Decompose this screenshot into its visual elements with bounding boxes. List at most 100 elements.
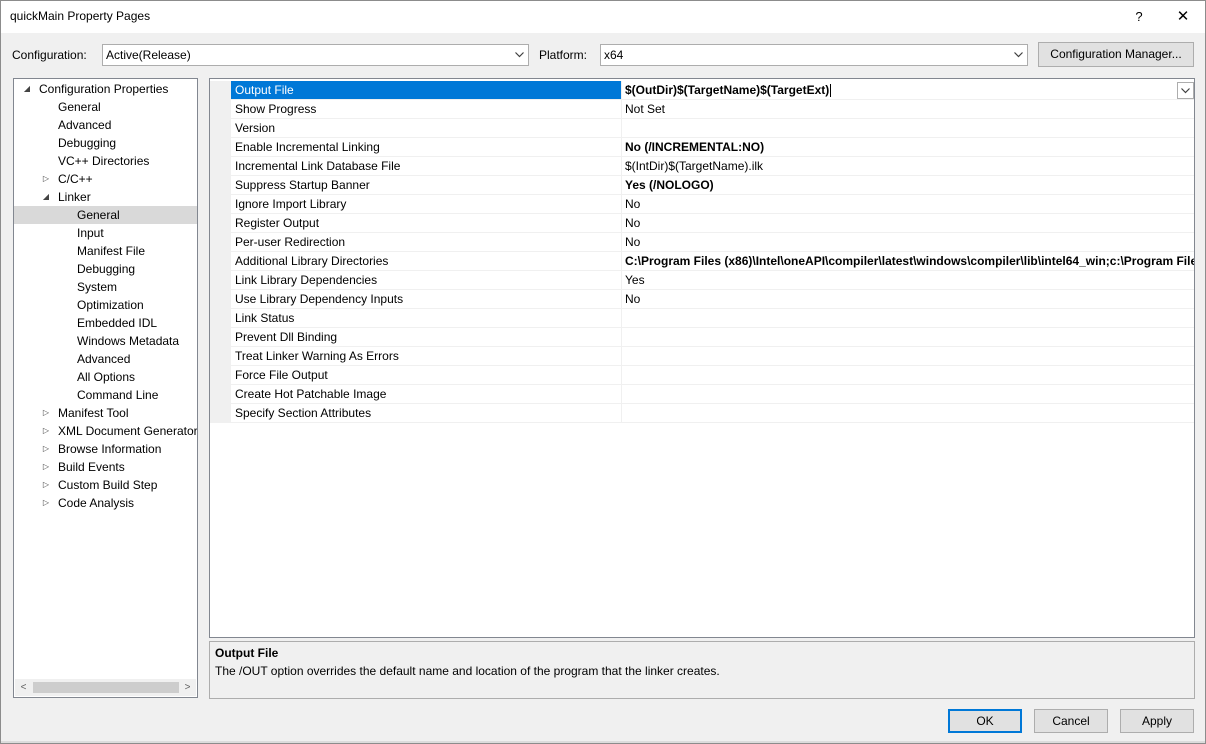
property-value[interactable] bbox=[621, 347, 1194, 366]
property-value[interactable]: Not Set bbox=[621, 100, 1194, 119]
tree-item[interactable]: ▷ C/C++ bbox=[14, 170, 197, 188]
tree-item[interactable]: Manifest File bbox=[14, 242, 197, 260]
property-row[interactable]: Treat Linker Warning As Errors bbox=[210, 347, 1194, 366]
property-name[interactable]: Show Progress bbox=[231, 100, 621, 119]
cancel-button[interactable]: Cancel bbox=[1034, 709, 1108, 733]
tree-item[interactable]: Advanced bbox=[14, 350, 197, 368]
property-name[interactable]: Specify Section Attributes bbox=[231, 404, 621, 423]
tree-item[interactable]: General bbox=[14, 206, 197, 224]
tree-item[interactable]: ◢ Configuration Properties bbox=[14, 80, 197, 98]
value-dropdown-button[interactable] bbox=[1177, 82, 1194, 99]
tree-item[interactable]: VC++ Directories bbox=[14, 152, 197, 170]
property-name[interactable]: Per-user Redirection bbox=[231, 233, 621, 252]
configuration-dropdown[interactable]: Active(Release) bbox=[102, 44, 529, 66]
tree-item[interactable]: ▷ Manifest Tool bbox=[14, 404, 197, 422]
tree-item[interactable]: Command Line bbox=[14, 386, 197, 404]
tree-item[interactable]: ▷ Build Events bbox=[14, 458, 197, 476]
property-row[interactable]: Ignore Import Library No bbox=[210, 195, 1194, 214]
platform-dropdown[interactable]: x64 bbox=[600, 44, 1028, 66]
property-value[interactable]: C:\Program Files (x86)\Intel\oneAPI\comp… bbox=[621, 252, 1194, 271]
property-row[interactable]: Per-user Redirection No bbox=[210, 233, 1194, 252]
collapse-arrow-icon[interactable]: ◢ bbox=[41, 188, 51, 206]
property-row[interactable]: Output File $(OutDir)$(TargetName)$(Targe… bbox=[210, 81, 1194, 100]
property-row[interactable]: Enable Incremental Linking No (/INCREMENT… bbox=[210, 138, 1194, 157]
tree-item[interactable]: ▷ XML Document Generator bbox=[14, 422, 197, 440]
property-value[interactable] bbox=[621, 328, 1194, 347]
tree-item[interactable]: ◢ Linker bbox=[14, 188, 197, 206]
property-value[interactable]: $(IntDir)$(TargetName).ilk bbox=[621, 157, 1194, 176]
tree-item[interactable]: ▷ Code Analysis bbox=[14, 494, 197, 512]
tree-item[interactable]: ▷ Custom Build Step bbox=[14, 476, 197, 494]
property-value[interactable] bbox=[621, 309, 1194, 328]
property-value[interactable]: Yes bbox=[621, 271, 1194, 290]
tree-item[interactable]: All Options bbox=[14, 368, 197, 386]
property-name[interactable]: Incremental Link Database File bbox=[231, 157, 621, 176]
property-value[interactable]: No bbox=[621, 290, 1194, 309]
property-value[interactable]: Yes (/NOLOGO) bbox=[621, 176, 1194, 195]
property-value[interactable]: $(OutDir)$(TargetName)$(TargetExt) bbox=[621, 81, 1194, 100]
scroll-right-arrow-icon[interactable]: > bbox=[179, 679, 196, 696]
ok-button[interactable]: OK bbox=[948, 709, 1022, 733]
help-button[interactable]: ? bbox=[1122, 1, 1156, 33]
property-row[interactable]: Additional Library Directories C:\Program… bbox=[210, 252, 1194, 271]
tree-horizontal-scrollbar[interactable]: < > bbox=[15, 679, 196, 696]
expand-arrow-icon[interactable]: ▷ bbox=[41, 170, 51, 188]
expand-arrow-icon[interactable]: ▷ bbox=[41, 440, 51, 458]
property-row[interactable]: Specify Section Attributes bbox=[210, 404, 1194, 423]
property-name[interactable]: Link Library Dependencies bbox=[231, 271, 621, 290]
expand-arrow-icon[interactable]: ▷ bbox=[41, 458, 51, 476]
property-row[interactable]: Create Hot Patchable Image bbox=[210, 385, 1194, 404]
property-name[interactable]: Link Status bbox=[231, 309, 621, 328]
tree-item[interactable]: Optimization bbox=[14, 296, 197, 314]
property-name[interactable]: Suppress Startup Banner bbox=[231, 176, 621, 195]
property-name[interactable]: Register Output bbox=[231, 214, 621, 233]
property-value[interactable] bbox=[621, 366, 1194, 385]
expand-arrow-icon[interactable]: ▷ bbox=[41, 476, 51, 494]
property-value[interactable] bbox=[621, 385, 1194, 404]
property-value[interactable] bbox=[621, 404, 1194, 423]
property-name[interactable]: Enable Incremental Linking bbox=[231, 138, 621, 157]
property-row[interactable]: Link Status bbox=[210, 309, 1194, 328]
property-name[interactable]: Force File Output bbox=[231, 366, 621, 385]
close-button[interactable]: ✕ bbox=[1161, 1, 1205, 33]
tree-item[interactable]: Debugging bbox=[14, 260, 197, 278]
scroll-left-arrow-icon[interactable]: < bbox=[15, 679, 32, 696]
expand-arrow-icon[interactable]: ▷ bbox=[41, 494, 51, 512]
property-value[interactable] bbox=[621, 119, 1194, 138]
configuration-manager-button[interactable]: Configuration Manager... bbox=[1038, 42, 1194, 67]
expand-arrow-icon[interactable]: ▷ bbox=[41, 422, 51, 440]
property-name[interactable]: Use Library Dependency Inputs bbox=[231, 290, 621, 309]
property-value[interactable]: No bbox=[621, 214, 1194, 233]
scroll-thumb[interactable] bbox=[33, 682, 179, 693]
property-name[interactable]: Create Hot Patchable Image bbox=[231, 385, 621, 404]
tree-item[interactable]: Advanced bbox=[14, 116, 197, 134]
property-name[interactable]: Version bbox=[231, 119, 621, 138]
expand-arrow-icon[interactable]: ▷ bbox=[41, 404, 51, 422]
tree-item[interactable]: Input bbox=[14, 224, 197, 242]
property-name[interactable]: Treat Linker Warning As Errors bbox=[231, 347, 621, 366]
collapse-arrow-icon[interactable]: ◢ bbox=[22, 80, 32, 98]
property-name[interactable]: Ignore Import Library bbox=[231, 195, 621, 214]
tree-item[interactable]: System bbox=[14, 278, 197, 296]
property-row[interactable]: Suppress Startup Banner Yes (/NOLOGO) bbox=[210, 176, 1194, 195]
property-row[interactable]: Force File Output bbox=[210, 366, 1194, 385]
tree-item[interactable]: General bbox=[14, 98, 197, 116]
tree-item[interactable]: Embedded IDL bbox=[14, 314, 197, 332]
property-value[interactable]: No bbox=[621, 195, 1194, 214]
property-row[interactable]: Incremental Link Database File $(IntDir)$… bbox=[210, 157, 1194, 176]
property-row[interactable]: Register Output No bbox=[210, 214, 1194, 233]
property-name[interactable]: Output File bbox=[231, 81, 621, 100]
property-name[interactable]: Additional Library Directories bbox=[231, 252, 621, 271]
property-row[interactable]: Use Library Dependency Inputs No bbox=[210, 290, 1194, 309]
property-value[interactable]: No (/INCREMENTAL:NO) bbox=[621, 138, 1194, 157]
property-name[interactable]: Prevent Dll Binding bbox=[231, 328, 621, 347]
apply-button[interactable]: Apply bbox=[1120, 709, 1194, 733]
property-row[interactable]: Show Progress Not Set bbox=[210, 100, 1194, 119]
property-value[interactable]: No bbox=[621, 233, 1194, 252]
tree-item[interactable]: Debugging bbox=[14, 134, 197, 152]
tree-item[interactable]: ▷ Browse Information bbox=[14, 440, 197, 458]
tree-item[interactable]: Windows Metadata bbox=[14, 332, 197, 350]
property-row[interactable]: Link Library Dependencies Yes bbox=[210, 271, 1194, 290]
property-row[interactable]: Prevent Dll Binding bbox=[210, 328, 1194, 347]
property-row[interactable]: Version bbox=[210, 119, 1194, 138]
